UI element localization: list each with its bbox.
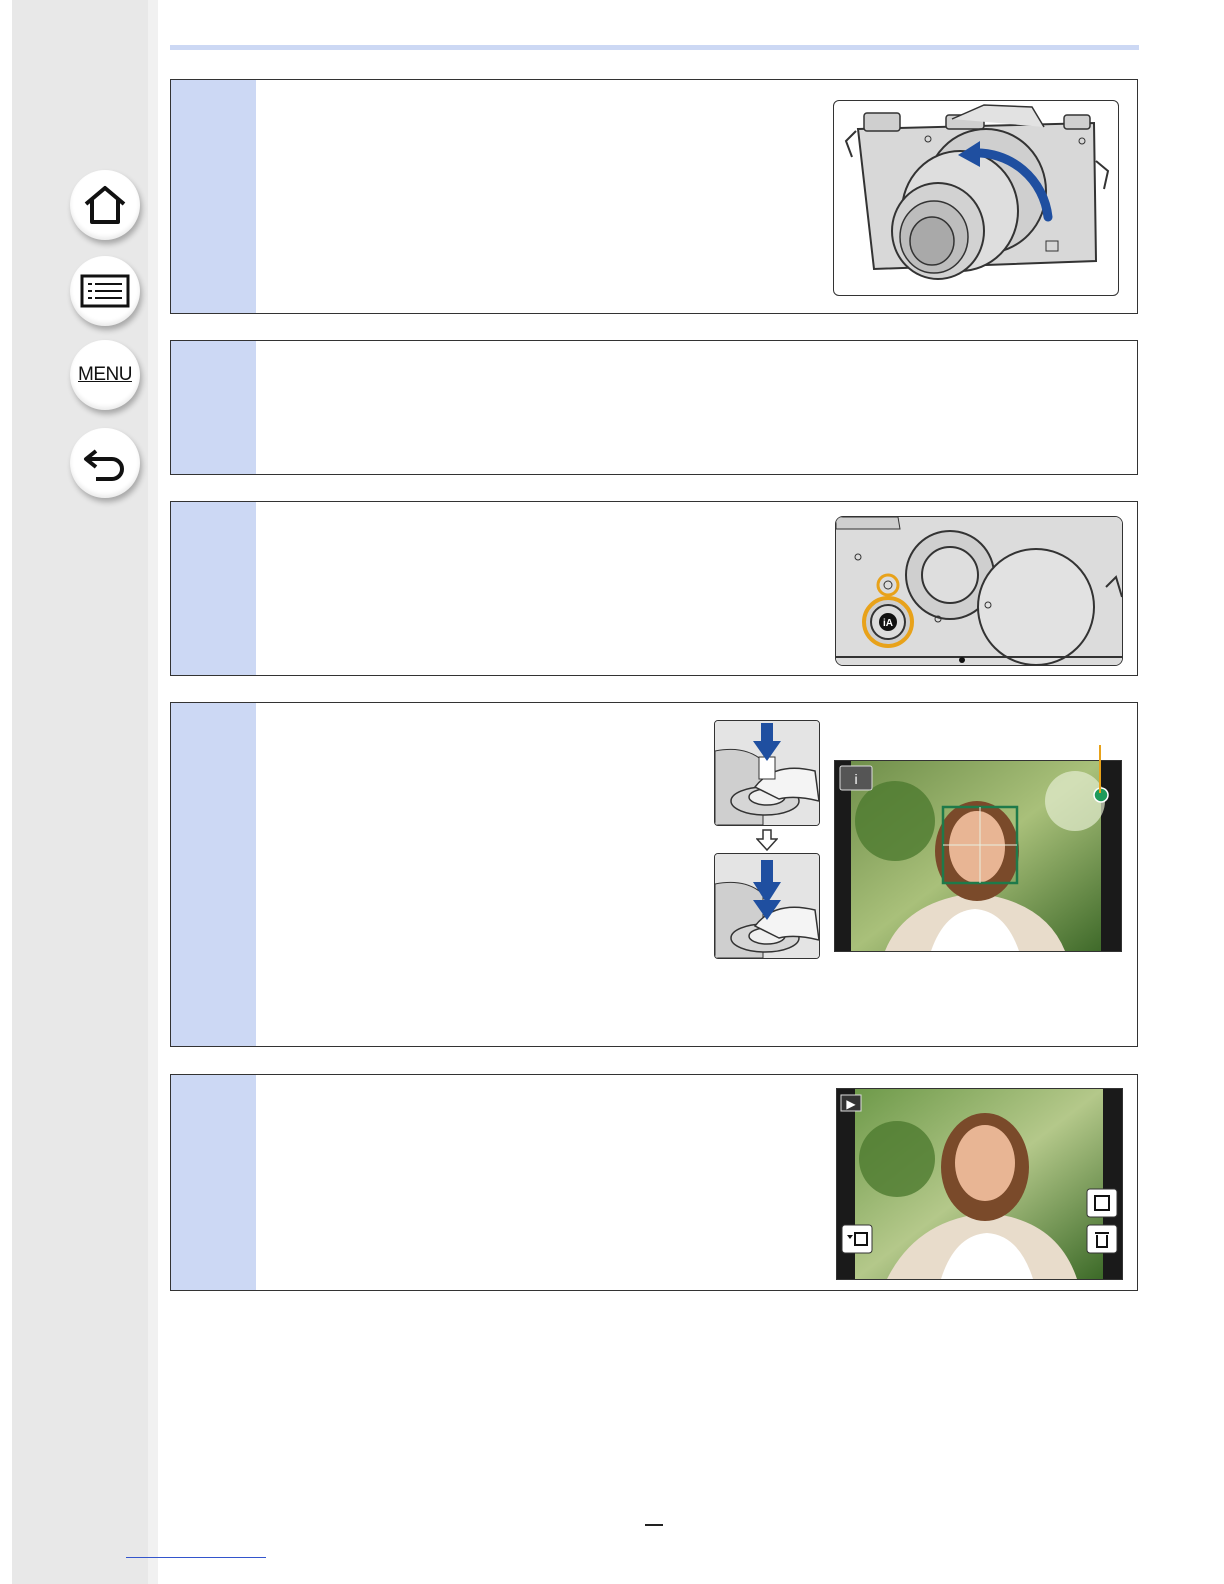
footer-link[interactable] [126, 1557, 266, 1558]
step-number-band [171, 341, 256, 474]
home-icon [84, 186, 126, 224]
focus-screen: i [834, 760, 1122, 952]
step-3: iA [170, 501, 1138, 676]
sidebar-edge [148, 0, 158, 1584]
menu-button[interactable]: MENU [70, 340, 140, 410]
shutter-half-press-icon [714, 720, 820, 826]
step-number-band [171, 1075, 256, 1290]
contents-button[interactable] [70, 256, 140, 326]
arrow-down-icon [756, 829, 778, 851]
step-4: i [170, 702, 1138, 1047]
step-2 [170, 340, 1138, 475]
ia-button-top-view-icon: iA [835, 516, 1123, 666]
svg-text:iA: iA [883, 618, 893, 629]
top-rule [170, 45, 1139, 50]
step-5: ▶ [170, 1074, 1138, 1291]
playback-icon: ▶ [846, 1097, 856, 1111]
step-1 [170, 79, 1138, 314]
shutter-full-press-icon [714, 853, 820, 959]
sidebar [12, 0, 148, 1584]
focus-indicator-leader-line [1099, 745, 1101, 793]
page-number-dash [645, 1524, 663, 1526]
step-number-band [171, 502, 256, 675]
step-number-band [171, 703, 256, 1046]
playback-screen-icon: ▶ [836, 1088, 1123, 1280]
back-button[interactable] [70, 428, 140, 498]
record-mode-icon: i [854, 771, 857, 787]
menu-label: MENU [78, 364, 132, 385]
return-arrow-icon [84, 449, 124, 481]
list-icon [80, 274, 130, 308]
step-number-band [171, 80, 256, 313]
camera-lens-rotate-icon [833, 100, 1119, 296]
home-button[interactable] [70, 170, 140, 240]
